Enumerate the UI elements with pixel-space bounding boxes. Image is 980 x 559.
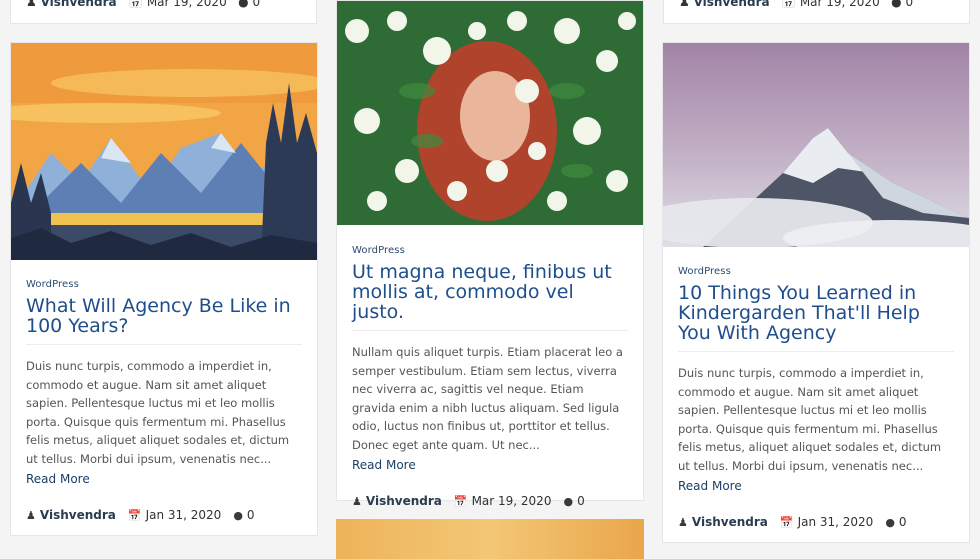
comment-icon: ● [891,0,902,9]
mountain-landscape-illustration [11,43,317,260]
post-thumbnail[interactable] [663,43,969,247]
snowy-mountain-photo [663,43,969,247]
post-body: WordPress What Will Agency Be Like in 10… [26,279,302,522]
post-meta: ♟ Vishvendra 📅 Mar 19, 2020 ● 0 [352,494,628,508]
user-icon: ♟ [26,0,37,9]
post-body: WordPress 10 Things You Learned in Kinde… [678,266,954,529]
comment-count[interactable]: 0 [247,508,255,522]
comment-count[interactable]: 0 [252,0,260,9]
post-title[interactable]: What Will Agency Be Like in 100 Years? [26,296,302,345]
post-card: WordPress 10 Things You Learned in Kinde… [662,42,970,543]
read-more-link[interactable]: Read More [26,472,302,486]
calendar-icon: 📅 [127,509,142,522]
post-thumbnail[interactable] [336,519,644,559]
author-link[interactable]: Vishvendra [40,508,116,522]
user-icon: ♟ [352,495,362,508]
post-meta: ♟ Vishvendra 📅 Jan 31, 2020 ● 0 [26,508,302,522]
comment-count[interactable]: 0 [899,515,907,529]
post-category[interactable]: WordPress [678,266,954,277]
partial-card-top-left: ♟ Vishvendra 📅 Mar 19, 2020 ● 0 [10,0,317,24]
read-more-link[interactable]: Read More [678,479,954,493]
partial-card-top-right: ♟ Vishvendra 📅 Mar 19, 2020 ● 0 [663,0,970,24]
author-link[interactable]: Vishvendra [41,0,117,9]
comment-count[interactable]: 0 [577,494,585,508]
post-excerpt: Duis nunc turpis, commodo a imperdiet in… [678,366,942,473]
comment-icon: ● [885,516,895,529]
post-title[interactable]: 10 Things You Learned in Kindergarden Th… [678,283,954,352]
post-meta: ♟ Vishvendra 📅 Mar 19, 2020 ● 0 [26,0,260,9]
post-date: Mar 19, 2020 [799,0,880,9]
author-link[interactable]: Vishvendra [692,515,768,529]
post-excerpt: Duis nunc turpis, commodo a imperdiet in… [26,359,290,466]
comment-icon: ● [563,495,574,508]
post-date: Mar 19, 2020 [146,0,227,9]
post-card: WordPress Ut magna neque, finibus ut mol… [336,0,644,508]
post-category[interactable]: WordPress [352,245,628,256]
user-icon: ♟ [678,516,688,529]
post-date: Jan 31, 2020 [145,508,222,522]
post-body: WordPress Ut magna neque, finibus ut mol… [352,245,628,508]
woman-flowers-photo [337,1,643,225]
post-thumbnail[interactable] [11,43,317,260]
comment-count[interactable]: 0 [905,0,913,9]
post-date: Jan 31, 2020 [797,515,874,529]
post-meta: ♟ Vishvendra 📅 Mar 19, 2020 ● 0 [679,0,913,9]
post-card: WordPress What Will Agency Be Like in 10… [10,42,318,536]
comment-icon: ● [238,0,249,9]
calendar-icon: 📅 [779,516,794,529]
post-category[interactable]: WordPress [26,279,302,290]
user-icon: ♟ [26,509,36,522]
author-link[interactable]: Vishvendra [694,0,770,9]
post-thumbnail[interactable] [337,1,643,225]
read-more-link[interactable]: Read More [352,458,628,472]
calendar-icon: 📅 [781,0,796,9]
post-excerpt: Nullam quis aliquet turpis. Etiam placer… [352,345,623,452]
post-date: Mar 19, 2020 [471,494,552,508]
post-meta: ♟ Vishvendra 📅 Jan 31, 2020 ● 0 [678,515,954,529]
calendar-icon: 📅 [453,495,468,508]
comment-icon: ● [233,509,243,522]
user-icon: ♟ [679,0,690,9]
partial-card-bottom [336,519,644,559]
calendar-icon: 📅 [128,0,143,9]
author-link[interactable]: Vishvendra [366,494,442,508]
post-title[interactable]: Ut magna neque, finibus ut mollis at, co… [352,262,628,331]
